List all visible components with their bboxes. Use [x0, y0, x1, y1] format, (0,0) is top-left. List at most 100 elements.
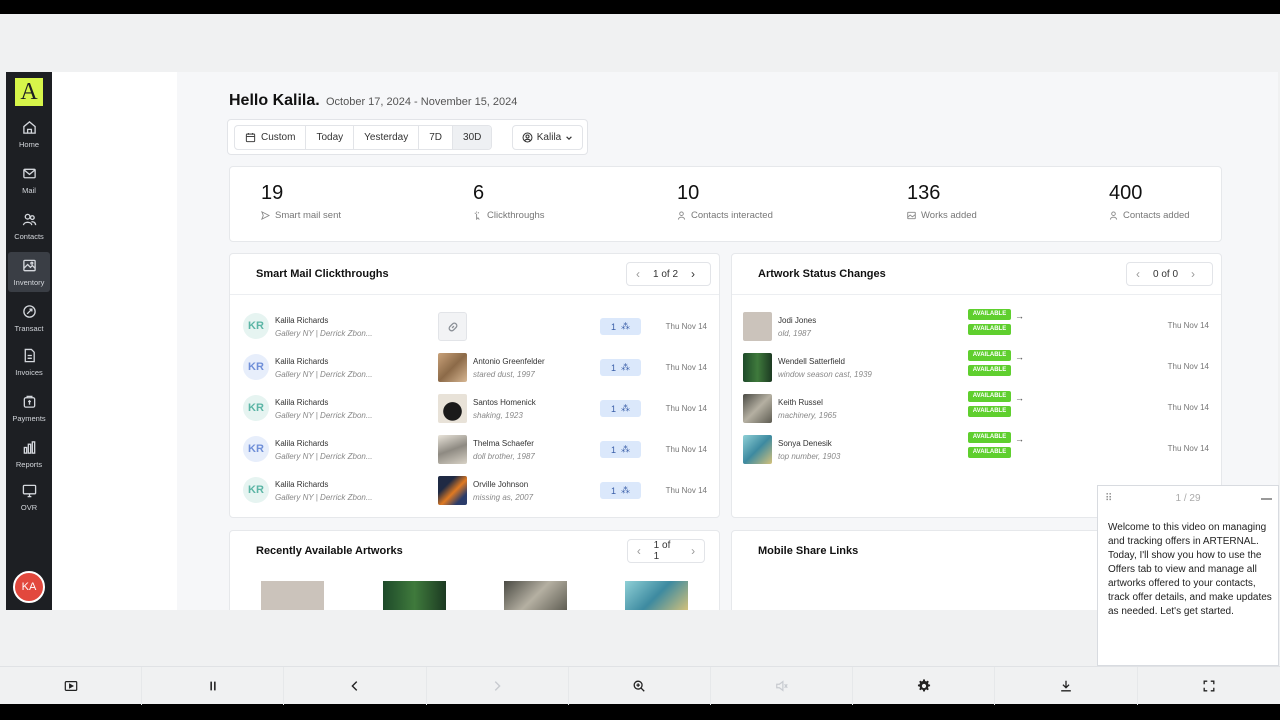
- sidebar-item-mail[interactable]: Mail: [8, 160, 50, 200]
- clickthroughs-card: Smart Mail Clickthroughs ‹ 1 of 2 › KR K…: [229, 253, 720, 518]
- row-date: Thu Nov 14: [1167, 362, 1209, 371]
- artwork-name: Jodi Jones: [778, 316, 817, 325]
- app-logo[interactable]: A: [15, 78, 43, 106]
- sidebar-item-label: Payments: [12, 414, 46, 423]
- chevron-left-icon[interactable]: ‹: [1127, 267, 1149, 281]
- mute-button[interactable]: [711, 667, 854, 705]
- sidebar-item-home[interactable]: Home: [8, 114, 50, 154]
- avatar: KR: [243, 354, 269, 380]
- fullscreen-button[interactable]: [1138, 667, 1280, 705]
- artwork-sub: machinery, 1965: [778, 411, 837, 420]
- sidebar-item-label: Contacts: [14, 232, 44, 241]
- fullscreen-icon: [1203, 680, 1215, 692]
- download-button[interactable]: [995, 667, 1138, 705]
- click-count: 1: [610, 321, 616, 332]
- previous-button[interactable]: [284, 667, 427, 705]
- range-7d-button[interactable]: 7D: [419, 126, 454, 149]
- user-circle-icon: [522, 132, 533, 143]
- chevron-left-icon[interactable]: ‹: [628, 544, 650, 558]
- chevron-right-icon[interactable]: ›: [682, 544, 704, 558]
- previous-icon: [351, 681, 358, 691]
- payments-icon: [23, 395, 35, 408]
- contact-sub: Gallery NY | Derrick Zbon...: [275, 452, 373, 461]
- pointer-click-icon: ⁂: [621, 403, 630, 413]
- list-item[interactable]: Sonya Denesik top number, 1903 AVAILABLE…: [732, 428, 1221, 469]
- row-date: Thu Nov 14: [665, 486, 707, 495]
- sidebar-item-payments[interactable]: Payments: [8, 388, 50, 428]
- zoom-button[interactable]: [569, 667, 711, 705]
- range-30d-button[interactable]: 30D: [453, 126, 492, 149]
- row-date: Thu Nov 14: [1167, 403, 1209, 412]
- next-button[interactable]: [427, 667, 569, 705]
- range-label: Custom: [261, 132, 296, 143]
- image-icon: [907, 211, 916, 220]
- status-badge: AVAILABLE: [968, 391, 1011, 402]
- arrow-right-icon: →: [1015, 311, 1024, 321]
- range-yesterday-button[interactable]: Yesterday: [354, 126, 420, 149]
- stat-label: Contacts interacted: [691, 210, 773, 221]
- artwork-thumbnail[interactable]: [383, 581, 446, 610]
- stat-smart-mail-sent: 19 Smart mail sent: [261, 182, 341, 221]
- click-count: 1: [610, 362, 616, 373]
- playlist-icon: [64, 681, 77, 691]
- status-badge: AVAILABLE: [968, 365, 1011, 376]
- chevron-down-icon: [566, 135, 573, 140]
- recently-available-card: Recently Available Artworks ‹ 1 of 1 ›: [229, 530, 720, 610]
- pause-button[interactable]: [142, 667, 285, 705]
- artwork-thumbnail: [743, 394, 772, 423]
- stat-contacts-added: 400 Contacts added: [1109, 182, 1190, 221]
- status-changes-pager: ‹ 0 of 0 ›: [1126, 262, 1213, 286]
- row-date: Thu Nov 14: [665, 445, 707, 454]
- chevron-right-icon[interactable]: ›: [1182, 267, 1204, 281]
- table-row[interactable]: KR Kalila Richards Gallery NY | Derrick …: [230, 307, 719, 348]
- sidebar-item-reports[interactable]: Reports: [8, 434, 50, 474]
- sidebar-item-label: Reports: [15, 460, 43, 469]
- date-range-selector: Custom Today Yesterday 7D 30D: [234, 125, 493, 150]
- user-filter-label: Kalila: [536, 132, 562, 143]
- card-title: Smart Mail Clickthroughs: [256, 268, 389, 280]
- stat-value: 6: [473, 182, 485, 204]
- inventory-icon: [22, 259, 36, 272]
- status-badge: AVAILABLE: [968, 432, 1011, 443]
- chevron-left-icon[interactable]: ‹: [627, 267, 649, 281]
- range-today-button[interactable]: Today: [306, 126, 355, 149]
- stat-label: Contacts added: [1123, 210, 1190, 221]
- settings-button[interactable]: [853, 667, 996, 705]
- range-custom-button[interactable]: Custom: [235, 126, 307, 149]
- contact-sub: Gallery NY | Derrick Zbon...: [275, 411, 373, 420]
- artwork-name: Sonya Denesik: [778, 439, 832, 448]
- click-count-badge: 1 ⁂: [600, 441, 641, 458]
- table-row[interactable]: KR Kalila Richards Gallery NY | Derrick …: [230, 471, 719, 512]
- user-filter-dropdown[interactable]: Kalila: [512, 125, 583, 150]
- contacts-icon: [22, 213, 36, 226]
- artwork-thumbnail[interactable]: [625, 581, 688, 610]
- table-row[interactable]: KR Kalila Richards Gallery NY | Derrick …: [230, 430, 719, 471]
- contact-name: Kalila Richards: [275, 357, 329, 366]
- user-avatar[interactable]: KA: [13, 571, 45, 603]
- artwork-thumbnail[interactable]: [261, 581, 324, 610]
- sidebar-item-contacts[interactable]: Contacts: [8, 206, 50, 246]
- artwork-thumbnail[interactable]: [504, 581, 567, 610]
- sidebar-item-ovr[interactable]: OVR: [8, 477, 50, 517]
- sidebar-item-inventory[interactable]: Inventory: [8, 252, 50, 292]
- table-row[interactable]: KR Kalila Richards Gallery NY | Derrick …: [230, 348, 719, 389]
- row-date: Thu Nov 14: [665, 404, 707, 413]
- page-title: Hello Kalila.: [229, 92, 320, 109]
- mute-icon: [775, 680, 788, 692]
- arrow-right-icon: →: [1015, 434, 1024, 444]
- avatar: KR: [243, 436, 269, 462]
- contact-sub: Gallery NY | Derrick Zbon...: [275, 493, 373, 502]
- table-row[interactable]: KR Kalila Richards Gallery NY | Derrick …: [230, 389, 719, 430]
- playlist-button[interactable]: [0, 667, 143, 705]
- download-icon: [1061, 680, 1071, 692]
- sidebar-item-invoices[interactable]: Invoices: [8, 342, 50, 382]
- list-item[interactable]: Wendell Satterfield window season cast, …: [732, 346, 1221, 387]
- sidebar-item-transact[interactable]: Transact: [8, 298, 50, 338]
- minimize-icon[interactable]: [1261, 498, 1272, 500]
- list-item[interactable]: Jodi Jones old, 1987 AVAILABLE → AVAILAB…: [732, 305, 1221, 346]
- list-item[interactable]: Keith Russel machinery, 1965 AVAILABLE →…: [732, 387, 1221, 428]
- link-icon: [438, 312, 467, 341]
- chevron-right-icon[interactable]: ›: [682, 267, 704, 281]
- stat-value: 136: [907, 182, 941, 204]
- card-title: Mobile Share Links: [758, 545, 859, 557]
